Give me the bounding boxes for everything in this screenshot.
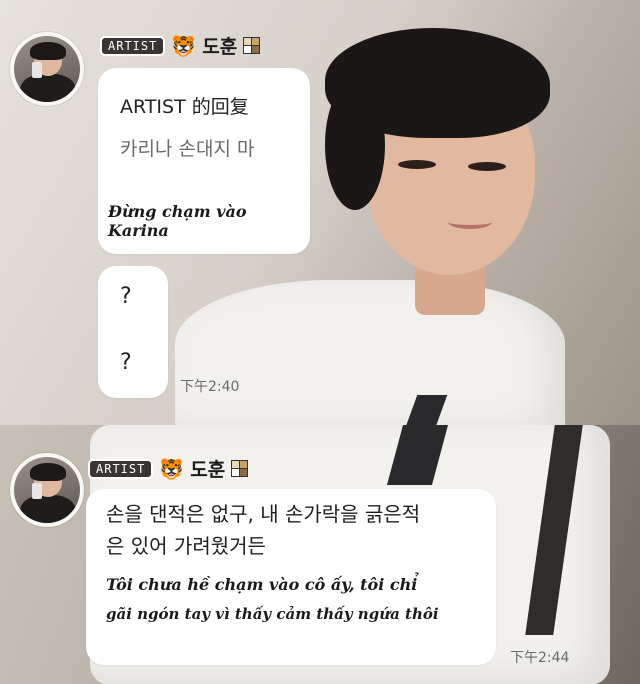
artist-badge: ARTIST (88, 458, 154, 479)
question-message-bubble[interactable]: ? ? (98, 266, 168, 398)
avatar-hair (30, 463, 66, 481)
person-eye-left (398, 160, 436, 169)
reply-title: ARTIST 的回复 (120, 96, 249, 118)
question-mark: ? (120, 350, 132, 375)
artist-badge: ARTIST (100, 35, 166, 56)
avatar-hair (30, 42, 66, 60)
korean-message-line: 은 있어 가려웠거든 (106, 534, 266, 558)
question-mark: ? (120, 284, 132, 309)
avatar-body (20, 495, 76, 523)
reply-message-bubble[interactable]: ARTIST 的回复 카리나 손대지 마 Đừng chạm vào Karin… (98, 68, 310, 254)
artist-avatar[interactable] (10, 453, 84, 527)
username[interactable]: 도훈 (202, 32, 237, 59)
avatar-phone (32, 483, 42, 499)
tiger-emoji-icon: 🐯 (159, 456, 185, 481)
person-mouth (448, 215, 492, 229)
artist-avatar[interactable] (10, 32, 84, 106)
message-bubble[interactable]: 손을 댄적은 없구, 내 손가락을 긁은적 은 있어 가려웠거든 Tôi chư… (86, 489, 496, 665)
message-timestamp: 下午2:44 (510, 650, 570, 666)
person-shirt (175, 280, 565, 425)
username[interactable]: 도훈 (190, 455, 225, 482)
tiger-emoji-icon: 🐯 (171, 33, 197, 58)
chat-panel-bottom: ARTIST 🐯 도훈 손을 댄적은 없구, 내 손가락을 긁은적 은 있어 가… (0, 425, 640, 684)
translation-text: Đừng chạm vào Karina (108, 202, 247, 240)
person-hair-side (325, 80, 385, 210)
korean-message: 카리나 손대지 마 (120, 138, 255, 160)
grid-sticker-icon (243, 37, 261, 54)
korean-message-line: 손을 댄적은 없구, 내 손가락을 긁은적 (106, 502, 421, 526)
person-eye-right (468, 162, 506, 171)
avatar-phone (32, 62, 42, 78)
grid-sticker-icon (231, 460, 249, 477)
avatar-body (20, 74, 76, 102)
translation-line: Tôi chưa hề chạm vào cô ấy, tôi chỉ (106, 575, 418, 594)
chat-panel-top: ARTIST 🐯 도훈 ARTIST 的回复 카리나 손대지 마 Đừng ch… (0, 0, 640, 425)
translation-line: gãi ngón tay vì thấy cảm thấy ngứa thôi (106, 605, 439, 623)
message-timestamp: 下午2:40 (180, 379, 240, 395)
sender-name-row: ARTIST 🐯 도훈 (88, 455, 249, 482)
sender-name-row: ARTIST 🐯 도훈 (100, 32, 261, 59)
